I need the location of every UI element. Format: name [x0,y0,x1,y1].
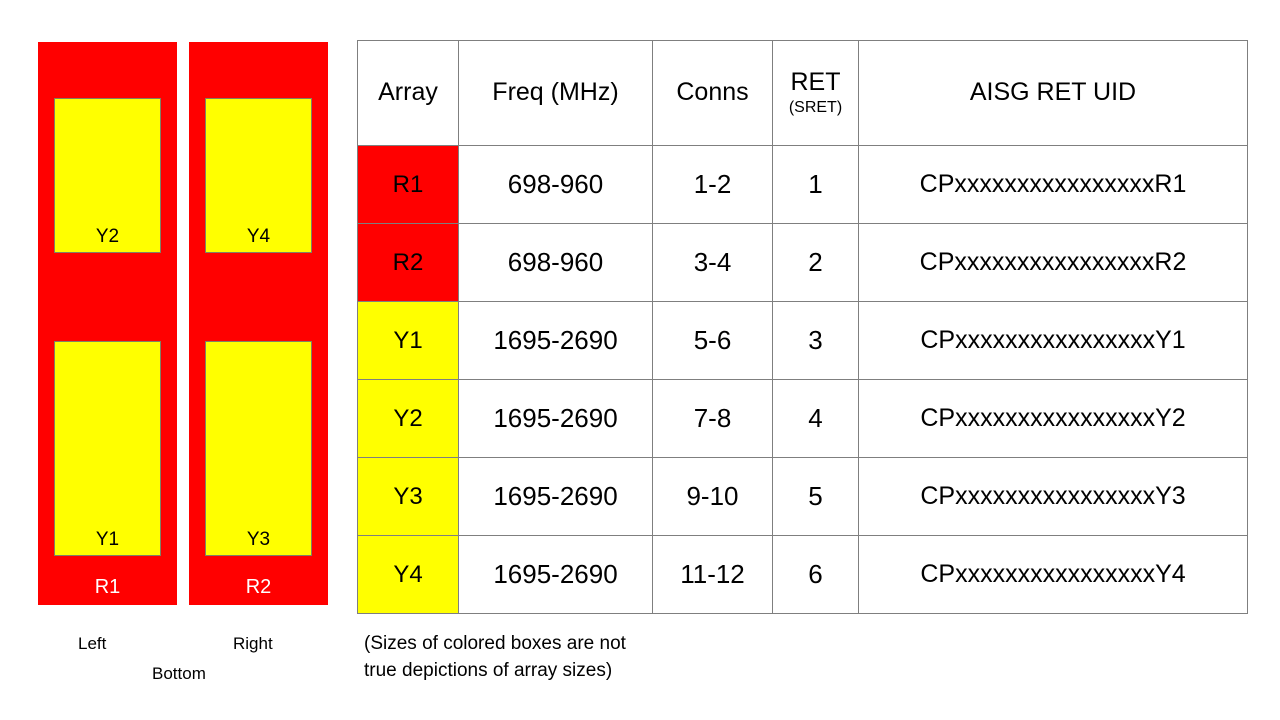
cell-ret: 6 [772,535,859,614]
column-header-freq: Freq (MHz) [458,40,653,146]
cell-conns: 3-4 [652,223,773,302]
table-row: Y3 1695-2690 9-10 5 CPxxxxxxxxxxxxxxxxY3 [357,457,1248,536]
cell-conns: 1-2 [652,145,773,224]
cell-ret: 1 [772,145,859,224]
cell-array: R1 [357,145,459,224]
column-header-conns-label: Conns [676,78,749,107]
table-row: Y4 1695-2690 11-12 6 CPxxxxxxxxxxxxxxxxY… [357,535,1248,614]
cell-ret: 4 [772,379,859,458]
cell-array: Y3 [357,457,459,536]
table-row: Y1 1695-2690 5-6 3 CPxxxxxxxxxxxxxxxxY1 [357,301,1248,380]
cell-array: Y1 [357,301,459,380]
cell-conns: 7-8 [652,379,773,458]
cell-freq: 698-960 [458,223,653,302]
table-footnote: (Sizes of colored boxes are not true dep… [364,631,764,685]
cell-freq: 1695-2690 [458,457,653,536]
cell-uid: CPxxxxxxxxxxxxxxxxY4 [858,535,1248,614]
array-box-y3: Y3 [205,341,312,556]
orientation-label-right: Right [233,634,273,653]
column-header-uid: AISG RET UID [858,40,1248,146]
cell-ret: 2 [772,223,859,302]
cell-freq: 698-960 [458,145,653,224]
array-box-y1: Y1 [54,341,161,556]
column-header-conns: Conns [652,40,773,146]
column-header-ret: RET (SRET) [772,40,859,146]
antenna-panel-r1: Y2 Y1 R1 [38,42,177,605]
array-box-y4: Y4 [205,98,312,253]
panel-label-r1: R1 [94,576,121,598]
cell-conns: 11-12 [652,535,773,614]
table-row: R1 698-960 1-2 1 CPxxxxxxxxxxxxxxxxR1 [357,145,1248,224]
column-header-ret-sublabel: (SRET) [788,98,843,116]
cell-freq: 1695-2690 [458,535,653,614]
table-row: R2 698-960 3-4 2 CPxxxxxxxxxxxxxxxxR2 [357,223,1248,302]
cell-ret: 5 [772,457,859,536]
cell-array: Y4 [357,535,459,614]
cell-freq: 1695-2690 [458,301,653,380]
antenna-array-diagram: Y2 Y1 R1 Y4 Y3 R2 [38,42,328,605]
antenna-panel-r2: Y4 Y3 R2 [189,42,328,605]
cell-conns: 9-10 [652,457,773,536]
array-specification-table: Array Freq (MHz) Conns RET (SRET) AISG R… [357,40,1248,614]
cell-uid: CPxxxxxxxxxxxxxxxxY2 [858,379,1248,458]
orientation-label-left: Left [78,634,107,653]
table-footnote-line-1: (Sizes of colored boxes are not [364,633,626,654]
orientation-label-bottom: Bottom [152,664,206,683]
table-row: Y2 1695-2690 7-8 4 CPxxxxxxxxxxxxxxxxY2 [357,379,1248,458]
cell-uid: CPxxxxxxxxxxxxxxxxR1 [858,145,1248,224]
array-box-label: Y2 [95,226,120,247]
cell-conns: 5-6 [652,301,773,380]
array-box-label: Y1 [95,529,120,550]
array-box-y2: Y2 [54,98,161,253]
cell-uid: CPxxxxxxxxxxxxxxxxY1 [858,301,1248,380]
panel-label-r2: R2 [245,576,272,598]
cell-ret: 3 [772,301,859,380]
column-header-array: Array [357,40,459,146]
cell-freq: 1695-2690 [458,379,653,458]
cell-array: Y2 [357,379,459,458]
table-header-row: Array Freq (MHz) Conns RET (SRET) AISG R… [357,40,1248,146]
column-header-uid-label: AISG RET UID [969,78,1137,107]
cell-array: R2 [357,223,459,302]
cell-uid: CPxxxxxxxxxxxxxxxxY3 [858,457,1248,536]
table-footnote-line-2: true depictions of array sizes) [364,659,613,681]
column-header-ret-label: RET [790,68,841,97]
array-box-label: Y4 [246,226,271,247]
column-header-array-label: Array [378,78,438,107]
array-box-label: Y3 [246,529,271,550]
column-header-freq-label: Freq (MHz) [492,78,619,107]
cell-uid: CPxxxxxxxxxxxxxxxxR2 [858,223,1248,302]
